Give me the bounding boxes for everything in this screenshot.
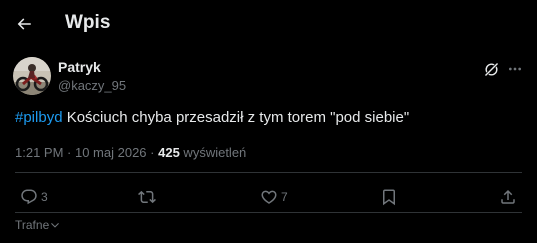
bookmark-icon	[383, 189, 395, 206]
retweet-icon	[138, 190, 156, 204]
bookmark-button[interactable]	[380, 186, 398, 208]
sort-dropdown[interactable]: Trafne	[15, 218, 60, 232]
reply-button[interactable]: 3	[20, 186, 48, 208]
like-count: 7	[281, 190, 288, 204]
chevron-down-icon	[51, 222, 60, 228]
post-time[interactable]: 1:21 PM	[15, 145, 63, 160]
header-bar: Wpis	[0, 0, 537, 48]
post-date[interactable]: 10 maj 2026	[75, 145, 147, 160]
grok-icon	[484, 62, 498, 76]
sort-label: Trafne	[15, 218, 50, 232]
share-button[interactable]	[499, 186, 517, 208]
reply-count: 3	[41, 190, 48, 204]
retweet-button[interactable]	[138, 186, 159, 208]
share-icon	[501, 189, 515, 204]
reply-icon	[21, 189, 37, 205]
like-button[interactable]: 7	[260, 186, 288, 208]
author-display-name[interactable]: Patryk	[58, 59, 101, 75]
heart-icon	[261, 190, 277, 204]
divider-top	[15, 172, 522, 173]
views-label: wyświetleń	[179, 145, 247, 160]
post-text: #pilbyd Kościuch chyba przesadził z tym …	[15, 108, 409, 127]
author-handle[interactable]: @kaczy_95	[58, 78, 126, 93]
views-count: 425	[158, 145, 180, 160]
post-meta: 1:21 PM · 10 maj 2026 · 425 wyświetleń	[15, 145, 246, 161]
more-button[interactable]	[505, 59, 525, 79]
post-body: Kościuch chyba przesadził z tym torem "p…	[62, 109, 410, 126]
avatar[interactable]	[13, 57, 51, 95]
divider-bottom	[15, 212, 522, 213]
more-dots-icon	[509, 67, 521, 71]
back-button[interactable]	[10, 10, 38, 38]
meta-separator: ·	[63, 145, 75, 160]
arrow-left-icon	[17, 18, 31, 30]
hashtag-link[interactable]: #pilbyd	[15, 109, 63, 126]
grok-button[interactable]	[481, 59, 501, 79]
page-title: Wpis	[65, 12, 111, 33]
meta-separator: ·	[146, 145, 159, 160]
